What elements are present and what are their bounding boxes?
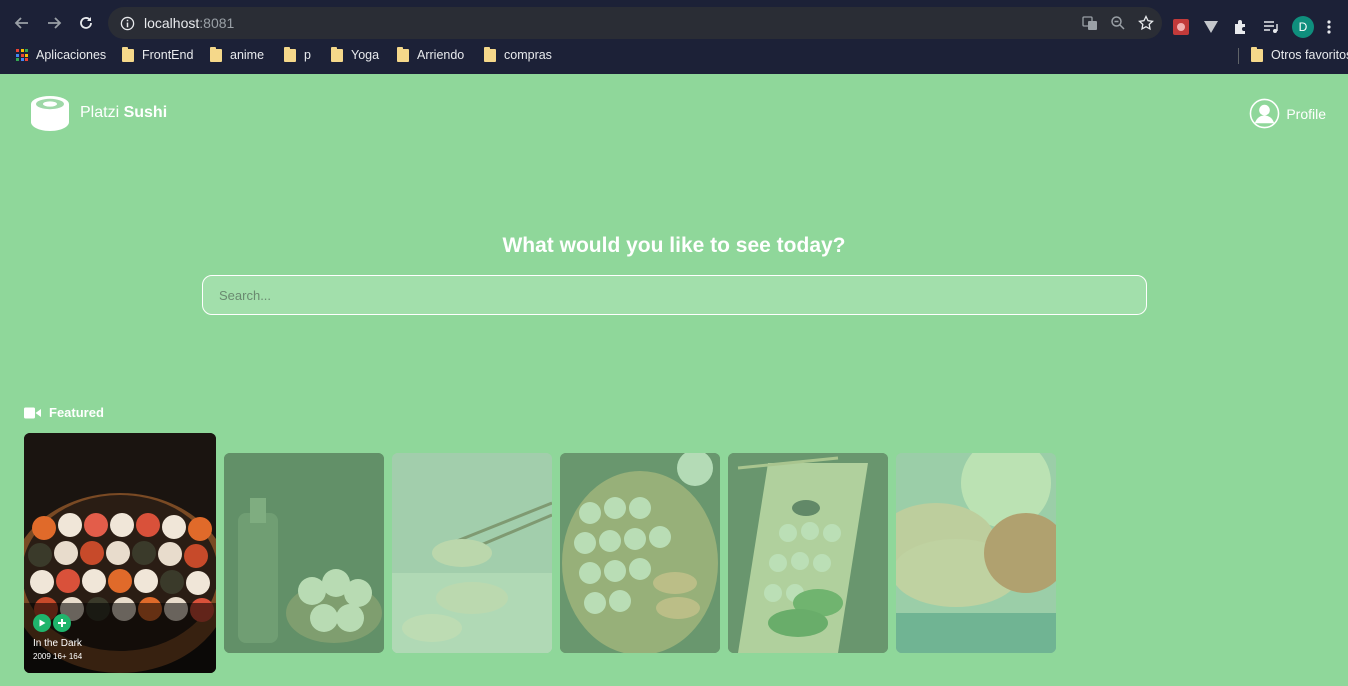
bookmark-label: Yoga [351, 48, 380, 62]
bookmark-label: anime [230, 48, 265, 62]
carousel-item[interactable] [728, 453, 888, 653]
bookmark-label: FrontEnd [142, 48, 194, 62]
url-host: localhost [144, 15, 200, 31]
site-info-icon[interactable] [118, 14, 136, 32]
brand-name-bold: Sushi [123, 104, 168, 121]
carousel-item[interactable] [224, 453, 384, 653]
play-icon [39, 619, 46, 627]
media-queue-icon[interactable] [1262, 18, 1280, 36]
bookmark-arriendo[interactable]: Arriendo [397, 42, 464, 68]
card-overlay [896, 453, 1056, 653]
carousel-item[interactable] [560, 453, 720, 653]
sushi-logo-icon [31, 96, 69, 131]
extension-red-icon[interactable] [1172, 18, 1190, 36]
page: Platzi Sushi Profile What would you like… [0, 74, 1348, 686]
carousel-item-featured[interactable]: In the Dark 2009 16+ 164 [24, 433, 216, 673]
apps-grid-icon [16, 49, 28, 61]
reload-icon [80, 17, 92, 29]
brand-logo[interactable]: Platzi Sushi [30, 94, 167, 132]
url-port: :8081 [199, 15, 235, 31]
video-camera-icon [24, 407, 41, 418]
menu-kebab-icon[interactable] [1326, 18, 1332, 36]
folder-icon [397, 46, 409, 62]
bookmark-label: p [304, 48, 311, 62]
card-details: In the Dark 2009 16+ 164 [33, 614, 82, 661]
bookmark-compras[interactable]: compras [484, 42, 552, 68]
card-actions [33, 614, 82, 632]
bookmark-anime[interactable]: anime [210, 42, 264, 68]
brand-name: Platzi Sushi [80, 104, 167, 122]
bookmarks-divider [1238, 48, 1239, 64]
extensions-puzzle-icon[interactable] [1232, 18, 1250, 36]
profile-menu[interactable]: Profile [1249, 98, 1326, 129]
back-arrow-icon [14, 17, 28, 29]
bookmark-p[interactable]: p [284, 42, 311, 68]
card-overlay [560, 453, 720, 653]
bookmark-other-favorites[interactable]: Otros favoritos [1251, 42, 1348, 68]
featured-section-title: Featured [24, 405, 104, 420]
card-overlay [728, 453, 888, 653]
folder-icon [122, 46, 134, 62]
bookmark-label: compras [504, 48, 552, 62]
plus-icon [58, 619, 66, 627]
search-input[interactable] [202, 275, 1147, 315]
zoom-icon[interactable] [1110, 15, 1126, 31]
folder-icon [484, 46, 496, 62]
bookmark-label: Aplicaciones [36, 48, 107, 62]
featured-label: Featured [49, 405, 104, 420]
card-overlay [392, 453, 552, 653]
back-button[interactable] [6, 7, 38, 39]
bookmark-frontend[interactable]: FrontEnd [122, 42, 193, 68]
profile-label: Profile [1286, 105, 1326, 122]
carousel-item[interactable] [896, 453, 1056, 653]
card-overlay [224, 453, 384, 653]
play-button[interactable] [33, 614, 51, 632]
brand-name-light: Platzi [80, 104, 120, 121]
url-text: localhost:8081 [144, 15, 234, 31]
address-bar[interactable]: localhost:8081 [108, 7, 1162, 39]
bookmark-yoga[interactable]: Yoga [331, 42, 379, 68]
carousel-item[interactable] [392, 453, 552, 653]
reload-button[interactable] [70, 7, 102, 39]
bookmark-label: Otros favoritos [1271, 48, 1348, 62]
user-avatar-icon [1249, 98, 1280, 129]
folder-icon [331, 46, 343, 62]
forward-button[interactable] [38, 7, 70, 39]
extension-v-icon[interactable] [1202, 18, 1220, 36]
bookmarks-bar: Aplicaciones FrontEnd anime p Yoga Arrie… [0, 42, 1348, 74]
folder-icon [284, 46, 296, 62]
folder-icon [210, 46, 222, 62]
add-button[interactable] [53, 614, 71, 632]
forward-arrow-icon [48, 17, 62, 29]
translate-icon[interactable] [1082, 15, 1098, 31]
bookmark-star-icon[interactable] [1138, 15, 1154, 31]
profile-avatar[interactable]: D [1292, 16, 1314, 38]
hero-title: What would you like to see today? [502, 234, 846, 257]
folder-icon [1251, 46, 1263, 62]
card-title: In the Dark [33, 638, 82, 649]
bookmark-apps[interactable]: Aplicaciones [16, 42, 106, 68]
bookmark-label: Arriendo [417, 48, 465, 62]
browser-toolbar: localhost:8081 D [0, 4, 1348, 42]
card-subtitle: 2009 16+ 164 [33, 652, 83, 661]
